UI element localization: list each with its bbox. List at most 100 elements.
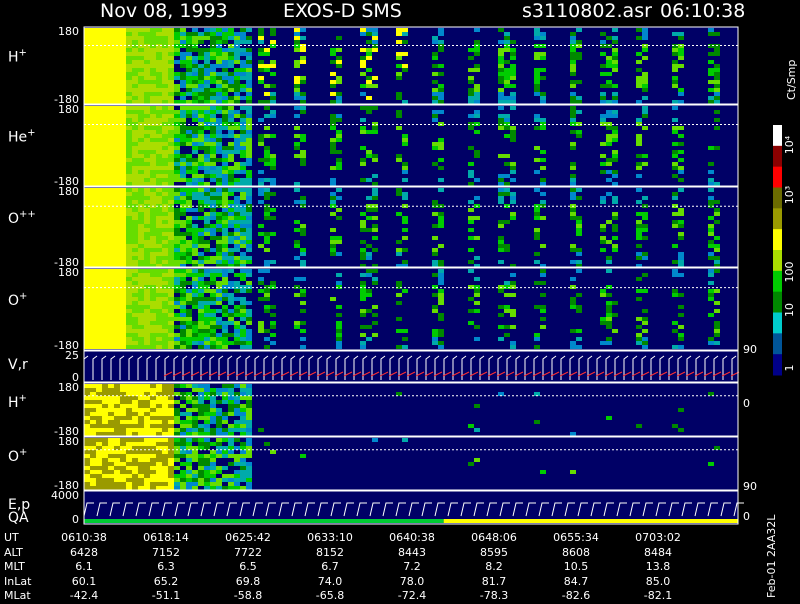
spectrogram-cell	[138, 244, 144, 248]
spectrogram-cell	[204, 248, 210, 252]
spectrogram-cell	[90, 174, 96, 178]
spectrogram-cell	[144, 134, 150, 138]
spectrogram-cell	[156, 60, 162, 64]
spectrogram-cell	[180, 305, 186, 309]
spectrogram-cell	[510, 341, 516, 345]
colorbar-label: 10³	[783, 186, 796, 204]
spectrogram-cell	[186, 32, 192, 36]
spectrogram-cell	[258, 289, 264, 293]
spectrogram-cell	[216, 92, 222, 96]
spectrogram-cell	[198, 462, 204, 466]
spectrogram-cell	[168, 416, 174, 420]
spectrogram-cell	[90, 60, 96, 64]
spectrogram-cell	[102, 126, 108, 130]
spectrogram-cell	[678, 52, 684, 56]
spectrogram-cell	[84, 454, 90, 458]
spectrogram-cell	[84, 126, 90, 130]
spectrogram-cell	[114, 56, 120, 60]
spectrogram-cell	[132, 52, 138, 56]
spectrogram-cell	[108, 438, 114, 442]
spectrogram-cell	[150, 256, 156, 260]
spectrogram-cell	[216, 438, 222, 442]
spectrogram-cell	[174, 138, 180, 142]
spectrogram-cell	[162, 60, 168, 64]
spectrogram-cell	[144, 309, 150, 313]
spectrogram-cell	[150, 68, 156, 72]
spectrogram-cell	[120, 428, 126, 432]
spectrogram-cell	[132, 458, 138, 462]
spectrogram-cell	[510, 92, 516, 96]
spectrogram-cell	[240, 182, 246, 186]
spectrogram-cell	[192, 138, 198, 142]
spectrogram-cell	[96, 269, 102, 273]
spectrogram-cell	[474, 52, 480, 56]
spectrogram-cell	[90, 428, 96, 432]
spectrogram-cell	[150, 329, 156, 333]
spectrogram-cell	[126, 216, 132, 220]
spectrogram-cell	[222, 240, 228, 244]
spectrogram-cell	[168, 146, 174, 150]
spectrogram-cell	[108, 88, 114, 92]
spectrogram-cell	[294, 92, 300, 96]
spectrogram-cell	[294, 293, 300, 297]
spectrogram-cell	[198, 256, 204, 260]
spectrogram-cell	[576, 188, 582, 192]
spectrogram-cell	[186, 216, 192, 220]
spectrogram-cell	[162, 466, 168, 470]
spectrogram-cell	[222, 341, 228, 345]
spectrogram-cell	[402, 64, 408, 68]
spectrogram-cell	[600, 341, 606, 345]
spectrogram-cell	[612, 28, 618, 32]
spectrogram-cell	[108, 293, 114, 297]
spectrogram-cell	[366, 154, 372, 158]
spectrogram-cell	[204, 281, 210, 285]
spectrogram-cell	[246, 442, 252, 446]
spectrogram-cell	[102, 293, 108, 297]
spectrogram-cell	[150, 313, 156, 317]
spectrogram-cell	[150, 333, 156, 337]
spectrogram-cell	[90, 48, 96, 52]
spectrogram-cell	[114, 142, 120, 146]
spectrogram-cell	[642, 337, 648, 341]
spectrogram-cell	[162, 432, 168, 436]
spectrogram-cell	[150, 32, 156, 36]
spectrogram-cell	[216, 273, 222, 277]
spectrogram-cell	[246, 432, 252, 436]
spectrogram-cell	[132, 178, 138, 182]
spectrogram-cell	[90, 154, 96, 158]
spectrogram-cell	[636, 162, 642, 166]
spectrogram-cell	[162, 110, 168, 114]
spectrogram-cell	[114, 182, 120, 186]
spectrogram-cell	[216, 196, 222, 200]
spectrogram-cell	[336, 100, 342, 104]
spectrogram-cell	[204, 228, 210, 232]
spectrogram-cell	[192, 450, 198, 454]
spectrogram-cell	[168, 182, 174, 186]
spectrogram-cell	[222, 146, 228, 150]
spectrogram-cell	[114, 72, 120, 76]
spectrogram-cell	[144, 404, 150, 408]
spectrogram-cell	[222, 400, 228, 404]
spectrogram-cell	[192, 260, 198, 264]
spectrogram-cell	[156, 244, 162, 248]
right-tick: 0	[743, 397, 750, 410]
spectrogram-cell	[144, 244, 150, 248]
spectrogram-cell	[174, 224, 180, 228]
spectrogram-cell	[90, 313, 96, 317]
spectrogram-cell	[606, 301, 612, 305]
spectrogram-cell	[396, 281, 402, 285]
spectrogram-cell	[264, 188, 270, 192]
spectrogram-cell	[606, 110, 612, 114]
spectrogram-cell	[600, 96, 606, 100]
spectrogram-cell	[300, 106, 306, 110]
spectrogram-cell	[84, 482, 90, 486]
spectrogram-cell	[90, 106, 96, 110]
spectrogram-cell	[156, 236, 162, 240]
spectrogram-cell	[174, 432, 180, 436]
spectrogram-cell	[108, 470, 114, 474]
spectrogram-cell	[96, 289, 102, 293]
spectrogram-cell	[270, 110, 276, 114]
spectrogram-cell	[174, 333, 180, 337]
spectrogram-cell	[192, 325, 198, 329]
spectrogram-cell	[468, 114, 474, 118]
